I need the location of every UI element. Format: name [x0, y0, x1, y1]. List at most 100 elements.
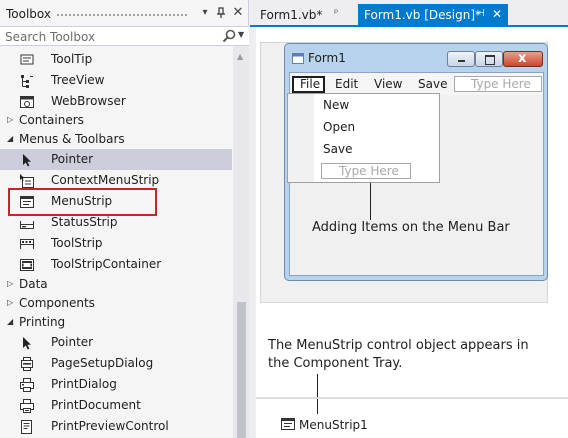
toolbox-item-printpreviewcontrol[interactable]: PrintPreviewControl — [0, 416, 232, 437]
tab-label: Form1.vb [Design]* — [364, 8, 482, 22]
chevron-down-icon[interactable]: ▼ — [238, 30, 244, 39]
toolbox-title: Toolbox — [6, 7, 51, 21]
form-icon — [292, 53, 304, 64]
toolbox-item-webbrowser[interactable]: WebBrowser — [0, 91, 232, 112]
close-tab-icon[interactable]: ✕ — [492, 7, 502, 21]
toolbox-item-printdialog[interactable]: PrintDialog — [0, 374, 232, 395]
file-dropdown-menu: New Open Save Type Here — [287, 93, 440, 183]
dropdown-item-new[interactable]: New — [316, 96, 436, 116]
toolbox-item-label: ToolStripContainer — [51, 257, 162, 271]
pin-icon[interactable]: ᵖ — [334, 8, 338, 19]
toolbox-item-pointer[interactable]: Pointer — [0, 149, 232, 170]
toolbox-item-label: ToolTip — [51, 52, 93, 66]
form-title: Form1 — [308, 51, 346, 65]
pin-icon[interactable]: ⊣ — [476, 8, 485, 19]
placeholder-label: Type Here — [471, 77, 531, 91]
toolbox-item-label: TreeView — [51, 73, 105, 87]
category-label: Menus & Toolbars — [19, 132, 125, 146]
toolbox-scrollbar[interactable]: ▲ — [233, 46, 249, 438]
toolbox-item-pointer-printing[interactable]: Pointer — [0, 332, 232, 353]
toolbox-item-label: Pointer — [51, 335, 94, 349]
category-data[interactable]: ▷ Data — [0, 275, 232, 294]
category-label: Components — [19, 296, 95, 310]
category-components[interactable]: ▷ Components — [0, 294, 232, 313]
annotation-tray-line1: The MenuStrip control object appears in — [268, 338, 529, 353]
pagesetupdialog-icon — [21, 357, 33, 371]
toolbox-item-tooltip[interactable]: ToolTip — [0, 49, 232, 70]
printdocument-icon — [20, 399, 34, 413]
tab-form1-design[interactable]: Form1.vb [Design]* ⊣ ✕ — [358, 4, 508, 26]
dropdown-type-here-box[interactable]: Type Here — [321, 163, 411, 179]
close-icon[interactable]: ✕ — [232, 6, 244, 19]
category-label: Containers — [19, 113, 84, 127]
close-button[interactable]: x — [503, 51, 543, 67]
toolbox-item-label: StatusStrip — [51, 215, 118, 229]
window-position-icon[interactable]: ▾ — [199, 7, 211, 19]
printpreviewcontrol-icon — [21, 420, 32, 434]
toolbox-item-toolstrip[interactable]: ToolStrip — [0, 233, 232, 254]
toolstrip-icon — [20, 239, 34, 249]
tab-form1-code[interactable]: Form1.vb* ᵖ — [256, 4, 349, 26]
pointer-icon — [23, 154, 31, 167]
printdialog-icon — [20, 378, 34, 392]
placeholder-label: Type Here — [339, 164, 399, 178]
close-icon: x — [518, 51, 527, 66]
menu-label: View — [374, 77, 403, 91]
collapsed-arrow-icon: ▷ — [7, 279, 14, 288]
statusstrip-icon — [20, 221, 34, 229]
dropdown-label: Save — [323, 142, 353, 156]
expanded-arrow-icon: ◢ — [7, 134, 14, 143]
toolbox-item-label: PrintDocument — [51, 398, 141, 412]
minimize-button[interactable] — [447, 51, 475, 67]
tooltip-icon — [20, 54, 34, 65]
toolbox-item-pagesetupdialog[interactable]: PageSetupDialog — [0, 353, 232, 374]
menustrip-highlight — [8, 188, 157, 216]
treeview-icon — [21, 75, 33, 88]
maximize-button[interactable] — [475, 51, 503, 67]
toolbox-item-label: WebBrowser — [51, 94, 126, 108]
menu-type-here-box[interactable]: Type Here — [454, 76, 542, 92]
callout-line-tray — [317, 374, 318, 414]
webbrowser-icon — [20, 96, 34, 108]
scroll-up-icon[interactable]: ▲ — [237, 52, 243, 61]
category-printing[interactable]: ◢ Printing — [0, 313, 232, 332]
collapsed-arrow-icon: ▷ — [7, 298, 14, 307]
expanded-arrow-icon: ◢ — [7, 317, 14, 326]
component-tray-divider — [256, 397, 568, 399]
toolbox-item-printdocument[interactable]: PrintDocument — [0, 395, 232, 416]
document-tabs: Form1.vb* ᵖ Form1.vb [Design]* ⊣ ✕ — [250, 0, 568, 26]
dropdown-gutter — [288, 94, 314, 182]
menu-save[interactable]: Save — [418, 76, 452, 93]
category-menus-toolbars[interactable]: ◢ Menus & Toolbars — [0, 130, 232, 149]
pin-icon[interactable] — [215, 7, 227, 19]
category-containers[interactable]: ▷ Containers — [0, 111, 232, 130]
search-icon[interactable] — [222, 29, 236, 43]
menu-file[interactable]: File — [292, 76, 325, 93]
toolbox-item-label: PrintPreviewControl — [51, 419, 169, 433]
search-input[interactable] — [5, 28, 205, 45]
component-tray-item[interactable]: MenuStrip1 — [299, 418, 368, 432]
toolbox-titlebar: Toolbox ▾ ✕ — [0, 0, 249, 26]
collapsed-arrow-icon: ▷ — [7, 115, 14, 124]
toolbox-item-label: Pointer — [51, 152, 94, 166]
menu-view[interactable]: View — [374, 76, 408, 93]
tab-label: Form1.vb* — [260, 8, 323, 22]
toolbox-item-toolstripcontainer[interactable]: ToolStripContainer — [0, 254, 232, 275]
annotation-tray-line2: the Component Tray. — [268, 356, 403, 371]
toolbox-search: ▼ — [0, 26, 249, 46]
toolbox-item-label: PageSetupDialog — [51, 356, 154, 370]
menu-label: Edit — [335, 77, 359, 91]
toolbox-panel: Toolbox ▾ ✕ ▼ ToolTip TreeView WebBrowse… — [0, 0, 249, 438]
form-titlebar[interactable]: Form1 x — [285, 44, 547, 72]
menu-edit[interactable]: Edit — [335, 76, 365, 93]
category-label: Data — [19, 277, 48, 291]
dropdown-item-save[interactable]: Save — [316, 140, 436, 160]
scrollbar-thumb[interactable] — [237, 302, 246, 438]
titlebar-grip[interactable] — [56, 13, 189, 18]
contextmenustrip-icon — [20, 174, 34, 188]
dropdown-item-open[interactable]: Open — [316, 118, 436, 138]
toolbox-item-label: ContextMenuStrip — [51, 173, 160, 187]
toolbox-item-treeview[interactable]: TreeView — [0, 70, 232, 91]
dropdown-label: New — [323, 98, 350, 112]
menustrip-icon[interactable] — [281, 417, 295, 431]
